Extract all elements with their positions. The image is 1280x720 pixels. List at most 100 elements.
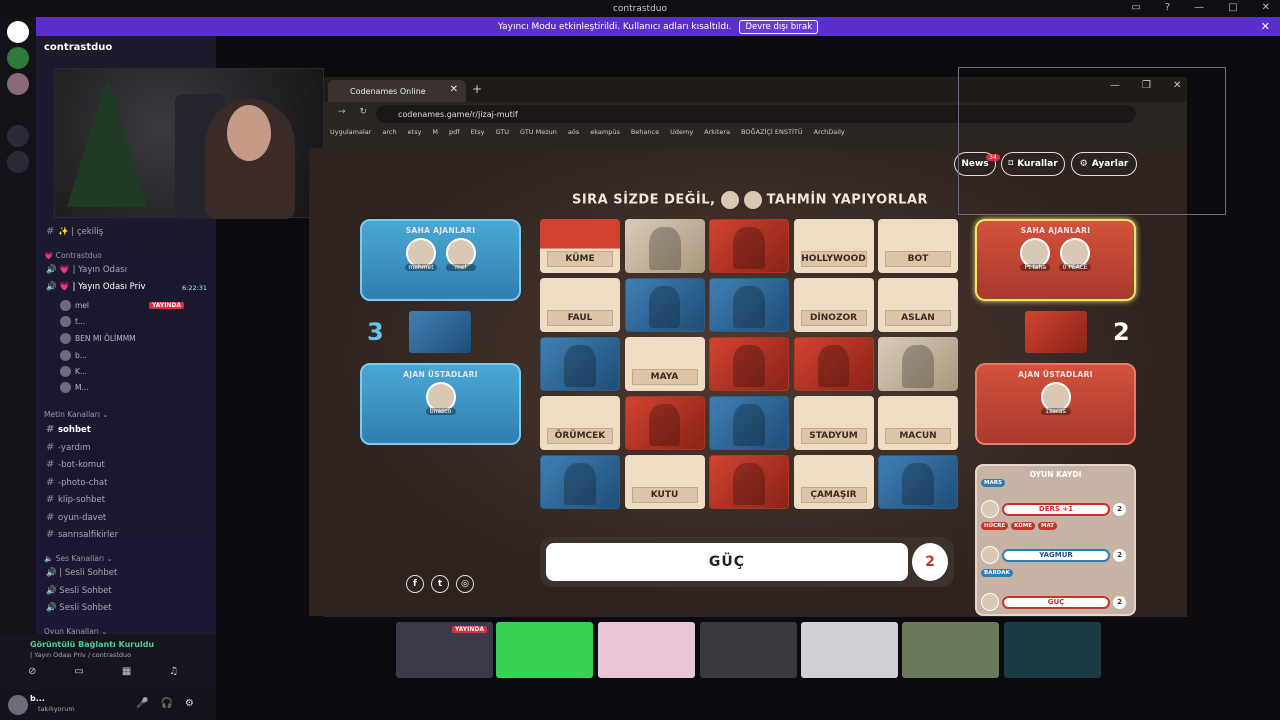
word-card[interactable] (709, 278, 789, 332)
word-card[interactable]: ÖRÜMCEK (540, 396, 620, 450)
word-card[interactable]: BOT (878, 219, 958, 273)
stream-tile[interactable] (1004, 622, 1101, 678)
reload-icon[interactable]: ↻ (360, 107, 368, 117)
soundboard-icon[interactable]: ♫ (169, 666, 178, 677)
server-icon[interactable] (7, 73, 29, 95)
word-card[interactable]: STADYUM (793, 396, 874, 450)
player-card[interactable]: Pt taha (1020, 238, 1051, 271)
word-card[interactable] (624, 396, 705, 450)
word-card[interactable] (709, 396, 789, 450)
activity-icon[interactable]: ▦ (122, 666, 131, 677)
voice-user[interactable]: BEN MI ÖLİMMM (60, 333, 136, 344)
bookmark[interactable]: etsy (408, 128, 422, 142)
bookmark[interactable]: aös (568, 128, 579, 142)
voice-user[interactable]: mel YAYINDA (60, 300, 185, 311)
player-card[interactable]: bnazco (425, 382, 456, 415)
stream-tile[interactable] (598, 622, 695, 678)
stream-tile[interactable] (700, 622, 797, 678)
inbox-icon[interactable]: ▭ (1131, 2, 1140, 13)
word-card[interactable]: ASLAN (878, 278, 958, 332)
voice-user[interactable]: t... (60, 316, 85, 327)
channel-yardim[interactable]: # -yardım (46, 442, 91, 453)
bookmark[interactable]: ArchDaily (814, 128, 845, 142)
close-window-button[interactable]: ✕ (1262, 2, 1270, 13)
player-card[interactable]: mehmet (405, 238, 437, 271)
word-card[interactable] (709, 337, 789, 391)
player-card[interactable]: 1sacas (1040, 382, 1071, 415)
bookmark[interactable]: GTU (495, 128, 509, 142)
explore-icon[interactable] (7, 151, 29, 173)
voice-channel[interactable]: 🔊 Sesli Sohbet (46, 603, 112, 613)
voice-room-2[interactable]: 🔊 💗 | Yayın Odası Priv (46, 282, 146, 292)
bookmark[interactable]: GTU Mezun (520, 128, 557, 142)
bookmark[interactable]: Arkitera (704, 128, 730, 142)
word-card[interactable]: KÜME (540, 219, 620, 273)
word-card[interactable]: KUTU (624, 455, 705, 509)
word-card[interactable] (624, 278, 705, 332)
discord-home-icon[interactable] (7, 21, 29, 43)
voice-user[interactable]: b... (60, 350, 87, 361)
category-contrastduo[interactable]: 💗 Contrastduo (44, 251, 102, 260)
player-card[interactable]: mel (445, 238, 476, 271)
facebook-icon[interactable]: f (406, 575, 424, 593)
voice-room-1[interactable]: 🔊 💗 | Yayın Odası (46, 265, 127, 275)
minimize-button[interactable]: — (1194, 2, 1204, 13)
word-card[interactable] (540, 337, 620, 391)
channel-bot-komut[interactable]: # -bot-komut (46, 459, 105, 470)
camera-icon[interactable]: ⊘ (28, 666, 36, 677)
headphones-icon[interactable]: 🎧 (160, 698, 172, 709)
add-server-icon[interactable] (7, 125, 29, 147)
stream-tile[interactable]: YAYINDA (396, 622, 493, 678)
channel-cekilis[interactable]: # ✨ | çekiliş (46, 226, 103, 237)
tab-codenames[interactable]: Codenames Online ✕ (328, 80, 466, 102)
mic-icon[interactable]: 🎤 (136, 698, 148, 709)
voice-user[interactable]: M... (60, 382, 89, 393)
bookmark[interactable]: BOĞAZİÇİ ENSTİTÜ (741, 128, 803, 142)
avatar[interactable] (8, 695, 28, 715)
close-notice-icon[interactable]: ✕ (1261, 20, 1270, 33)
channel-photo-chat[interactable]: # -photo-chat (46, 477, 107, 488)
twitter-icon[interactable]: t (431, 575, 449, 593)
voice-channel[interactable]: 🔊 | Sesli Sohbet (46, 568, 117, 578)
word-card[interactable] (878, 455, 958, 509)
player-card[interactable]: 0 PEACE (1059, 238, 1091, 271)
new-tab-button[interactable]: + (472, 82, 482, 96)
category-text[interactable]: Metin Kanalları ⌄ (44, 410, 109, 419)
word-card[interactable]: FAUL (540, 278, 620, 332)
bookmark[interactable]: Uygulamalar (330, 128, 371, 142)
maximize-button[interactable]: □ (1228, 2, 1237, 13)
bookmark[interactable]: pdf (449, 128, 460, 142)
help-icon[interactable]: ? (1165, 2, 1170, 13)
bookmark[interactable]: M (432, 128, 438, 142)
channel-sanrisalfikirler[interactable]: # sanrısalfikirler (46, 529, 118, 540)
word-card[interactable]: MACUN (878, 396, 958, 450)
disable-streamer-mode-button[interactable]: Devre dışı bırak (739, 19, 819, 34)
word-card[interactable]: DİNOZOR (793, 278, 874, 332)
back-icon[interactable]: → (338, 107, 346, 117)
voice-channel[interactable]: 🔊 Sesli Sohbet (46, 586, 112, 596)
channel-klip-sohbet[interactable]: # klip-sohbet (46, 494, 105, 505)
category-voice[interactable]: 🔈 Ses Kanalları ⌄ (44, 554, 113, 563)
channel-sohbet[interactable]: # sohbet (46, 424, 91, 435)
voice-user[interactable]: K... (60, 366, 87, 377)
word-card[interactable]: ÇAMAŞIR (793, 455, 874, 509)
close-tab-icon[interactable]: ✕ (450, 84, 458, 95)
word-card[interactable] (709, 455, 789, 509)
stream-tile[interactable] (902, 622, 999, 678)
screen-share-icon[interactable]: ▭ (74, 666, 83, 677)
word-card[interactable] (540, 455, 620, 509)
instagram-icon[interactable]: ◎ (456, 575, 474, 593)
word-card[interactable]: MAYA (624, 337, 705, 391)
word-card[interactable] (709, 219, 789, 273)
bookmark[interactable]: arch (382, 128, 396, 142)
bookmark[interactable]: ekampüs (590, 128, 620, 142)
channel-oyun-davet[interactable]: # oyun-davet (46, 512, 106, 523)
server-name[interactable]: contrastduo (44, 42, 112, 53)
word-card[interactable]: HOLLYWOOD (793, 219, 874, 273)
gear-icon[interactable]: ⚙ (185, 698, 194, 709)
word-card[interactable] (793, 337, 874, 391)
game-log[interactable]: OYUN KAYDI MARS DERS +1 2 HÜCRE KÜME MAT YA… (975, 464, 1136, 616)
bookmark[interactable]: Etsy (471, 128, 485, 142)
stream-tile[interactable] (496, 622, 593, 678)
word-card[interactable] (624, 219, 705, 273)
